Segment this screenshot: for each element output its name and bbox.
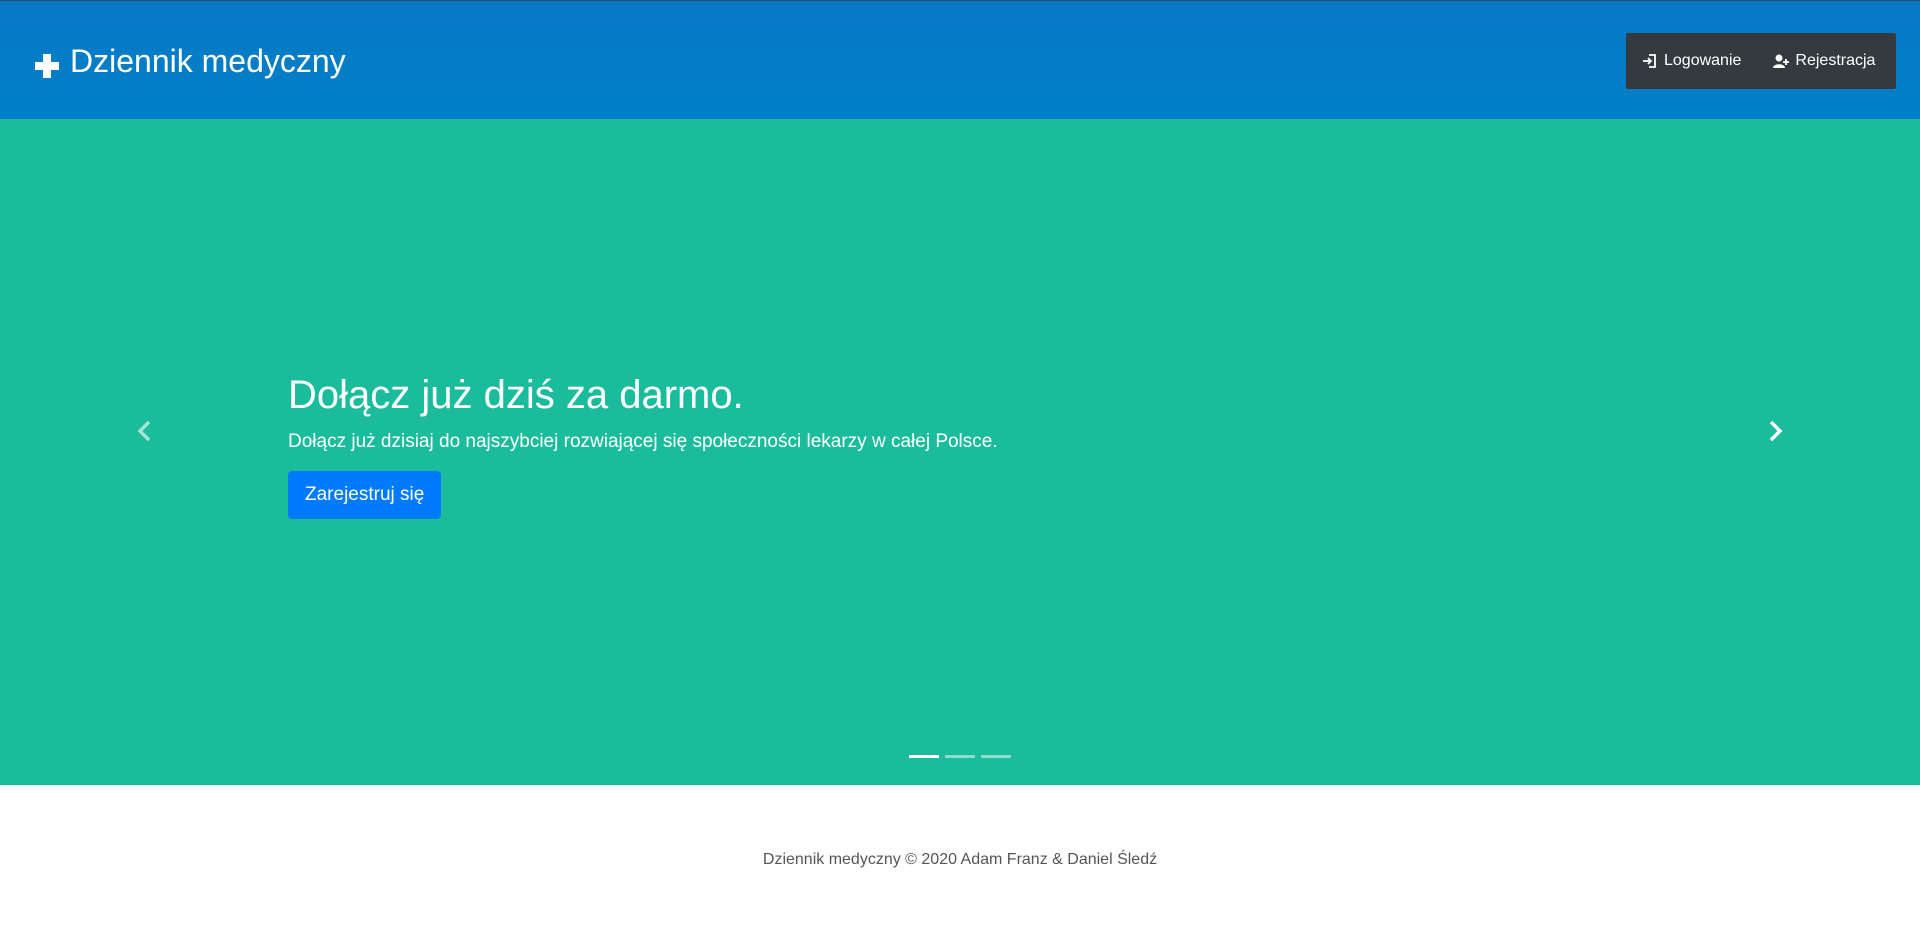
- login-label: Logowanie: [1664, 52, 1742, 69]
- carousel-indicators: [909, 755, 1017, 758]
- carousel-heading: Dołącz już dziś za darmo.: [288, 373, 744, 417]
- brand-title: Dziennik medyczny: [70, 43, 346, 79]
- carousel-text: Dołącz już dzisiaj do najszybciej rozwia…: [288, 431, 998, 452]
- register-label: Rejestracja: [1795, 52, 1876, 69]
- hero-carousel: Dołącz już dziś za darmo. Dołącz już dzi…: [0, 119, 1920, 785]
- register-button[interactable]: Zarejestruj się: [288, 471, 442, 519]
- carousel-indicator[interactable]: [945, 755, 975, 758]
- login-link[interactable]: Logowanie: [1626, 33, 1757, 89]
- navbar: Dziennik medyczny Logowanie Rejestracja: [0, 0, 1920, 119]
- sign-in-icon: [1642, 53, 1658, 69]
- carousel-prev-button[interactable]: [114, 403, 174, 463]
- chevron-right-icon: [1768, 420, 1784, 447]
- user-plus-icon: [1773, 53, 1790, 69]
- carousel-indicator[interactable]: [981, 755, 1011, 758]
- carousel-next-button[interactable]: [1746, 403, 1806, 463]
- carousel-caption: Dołącz już dziś za darmo. Dołącz już dzi…: [288, 369, 998, 519]
- footer: Dziennik medyczny © 2020 Adam Franz & Da…: [0, 785, 1920, 938]
- footer-copyright: Dziennik medyczny © 2020 Adam Franz & Da…: [762, 851, 1158, 868]
- carousel-indicator[interactable]: [909, 755, 939, 758]
- register-link[interactable]: Rejestracja: [1757, 33, 1891, 89]
- brand[interactable]: Dziennik medyczny: [34, 41, 346, 81]
- nav-links: Logowanie Rejestracja: [1626, 33, 1896, 89]
- chevron-left-icon: [136, 420, 152, 447]
- plus-icon: [34, 48, 60, 78]
